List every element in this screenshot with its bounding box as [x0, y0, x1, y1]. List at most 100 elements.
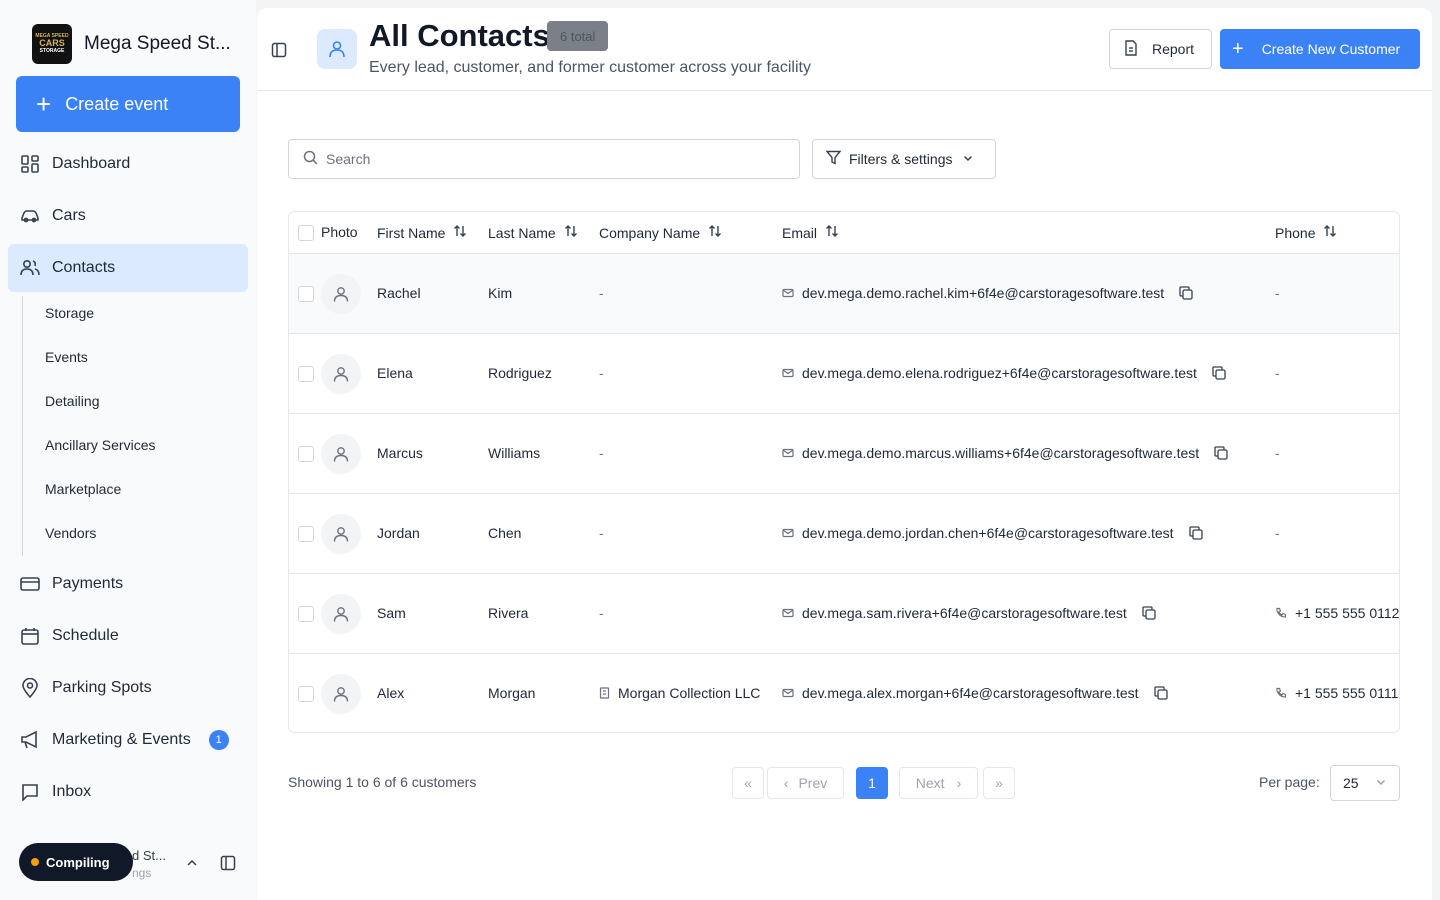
first-name-cell: Marcus [377, 445, 423, 461]
column-company-name[interactable]: Company Name [599, 224, 722, 241]
total-count-badge: 6 total [547, 21, 609, 51]
copy-icon[interactable] [1188, 525, 1204, 541]
sidebar-item-cars[interactable]: Cars [8, 192, 248, 240]
email-cell: dev.mega.demo.rachel.kim+6f4e@carstorage… [782, 285, 1194, 301]
chevron-left-icon: ‹ [783, 775, 789, 791]
report-button[interactable]: Report [1109, 29, 1212, 69]
document-icon [1124, 39, 1138, 59]
filters-settings-button[interactable]: Filters & settings [812, 139, 996, 179]
page-subtitle: Every lead, customer, and former custome… [369, 59, 811, 76]
email-cell: dev.mega.sam.rivera+6f4e@carstoragesoftw… [782, 605, 1157, 621]
sidebar-item-schedule[interactable]: Schedule [8, 612, 248, 660]
users-icon [20, 258, 40, 278]
row-checkbox[interactable] [298, 286, 314, 302]
sort-icon [1323, 224, 1337, 241]
car-icon [20, 206, 40, 226]
sidebar-item-payments[interactable]: Payments [8, 560, 248, 608]
select-all-checkbox[interactable] [298, 225, 314, 241]
table-row[interactable]: Alex Morgan Morgan Collection LLC dev.me… [289, 654, 1399, 732]
create-event-button[interactable]: + Create event [16, 76, 240, 132]
copy-icon[interactable] [1141, 605, 1157, 621]
map-pin-icon [20, 678, 40, 698]
column-photo: Photo [321, 224, 358, 240]
table-row[interactable]: Sam Rivera - dev.mega.sam.rivera+6f4e@ca… [289, 574, 1399, 654]
copy-icon[interactable] [1211, 365, 1227, 381]
compiling-status-pill: Compiling [19, 843, 133, 881]
row-checkbox[interactable] [298, 366, 314, 382]
first-name-cell: Elena [377, 365, 413, 381]
subnav-item-marketplace[interactable]: Marketplace [45, 481, 121, 497]
subnav-item-ancillary-services[interactable]: Ancillary Services [45, 437, 155, 453]
user-name[interactable]: d St... [132, 848, 166, 863]
email-cell: dev.mega.demo.marcus.williams+6f4e@carst… [782, 445, 1229, 461]
status-dot [31, 858, 39, 866]
user-subtitle: ngs [132, 866, 152, 880]
first-page-button[interactable]: « [732, 767, 764, 799]
last-page-button[interactable]: » [983, 767, 1015, 799]
sort-icon [453, 224, 467, 241]
main-panel: All Contacts 6 total Every lead, custome… [257, 8, 1432, 900]
sidebar-item-parking-spots[interactable]: Parking Spots [8, 664, 248, 712]
avatar [321, 354, 361, 394]
brand-logo: MEGA SPEED CARS STORAGE [32, 24, 72, 64]
avatar [321, 674, 361, 714]
company-cell: - [599, 525, 604, 541]
filter-icon [825, 150, 842, 168]
last-name-cell: Williams [488, 445, 541, 461]
subnav-item-events[interactable]: Events [45, 349, 88, 365]
phone-icon [1275, 607, 1287, 619]
brand[interactable]: MEGA SPEED CARS STORAGE Mega Speed St... [32, 24, 231, 64]
sidebar-toggle-icon[interactable] [220, 855, 236, 871]
sidebar-item-marketing-events[interactable]: Marketing & Events 1 [8, 716, 248, 764]
sidebar-item-dashboard[interactable]: Dashboard [8, 140, 248, 188]
sidebar-item-contacts[interactable]: Contacts [8, 244, 248, 292]
mail-icon [782, 527, 794, 539]
row-checkbox[interactable] [298, 446, 314, 462]
company-cell: Morgan Collection LLC [599, 685, 760, 701]
column-first-name[interactable]: First Name [377, 224, 467, 241]
copy-icon[interactable] [1178, 285, 1194, 301]
chevron-up-icon[interactable] [185, 856, 199, 870]
subnav-item-storage[interactable]: Storage [45, 305, 94, 321]
chevron-right-icon: › [956, 775, 962, 791]
table-row[interactable]: Marcus Williams - dev.mega.demo.marcus.w… [289, 414, 1399, 494]
pagination-summary: Showing 1 to 6 of 6 customers [288, 774, 477, 790]
avatar [321, 594, 361, 634]
sort-icon [564, 224, 578, 241]
first-name-cell: Jordan [377, 525, 420, 541]
phone-cell: - [1275, 445, 1280, 461]
column-email[interactable]: Email [782, 224, 839, 241]
column-last-name[interactable]: Last Name [488, 224, 578, 241]
inbox-icon [20, 782, 40, 802]
table-row[interactable]: Elena Rodriguez - dev.mega.demo.elena.ro… [289, 334, 1399, 414]
copy-icon[interactable] [1213, 445, 1229, 461]
company-cell: - [599, 445, 604, 461]
phone-cell: +1 555 555 0112 [1275, 605, 1399, 621]
per-page-select[interactable]: 25 [1330, 765, 1400, 801]
row-checkbox[interactable] [298, 686, 314, 702]
phone-cell: - [1275, 365, 1280, 381]
row-checkbox[interactable] [298, 526, 314, 542]
mail-icon [782, 447, 794, 459]
row-checkbox[interactable] [298, 606, 314, 622]
phone-icon [1275, 687, 1287, 699]
subnav-item-vendors[interactable]: Vendors [45, 525, 96, 541]
panel-toggle-icon[interactable] [271, 42, 287, 58]
search-input[interactable]: Search [288, 139, 800, 179]
column-phone[interactable]: Phone [1275, 224, 1337, 241]
mail-icon [782, 607, 794, 619]
email-cell: dev.mega.demo.jordan.chen+6f4e@carstorag… [782, 525, 1204, 541]
subnav-item-detailing[interactable]: Detailing [45, 393, 99, 409]
table-row[interactable]: Jordan Chen - dev.mega.demo.jordan.chen+… [289, 494, 1399, 574]
copy-icon[interactable] [1153, 685, 1169, 701]
chevron-down-icon [1375, 775, 1387, 791]
last-name-cell: Rodriguez [488, 365, 552, 381]
page-1-button[interactable]: 1 [856, 767, 888, 799]
sidebar-item-inbox[interactable]: Inbox [8, 768, 248, 816]
search-placeholder: Search [326, 151, 371, 167]
create-new-customer-button[interactable]: + Create New Customer [1220, 29, 1420, 69]
last-name-cell: Rivera [488, 605, 529, 621]
next-page-button[interactable]: Next › [899, 767, 978, 799]
table-row[interactable]: Rachel Kim - dev.mega.demo.rachel.kim+6f… [289, 254, 1399, 334]
prev-page-button[interactable]: ‹ Prev [767, 767, 844, 799]
